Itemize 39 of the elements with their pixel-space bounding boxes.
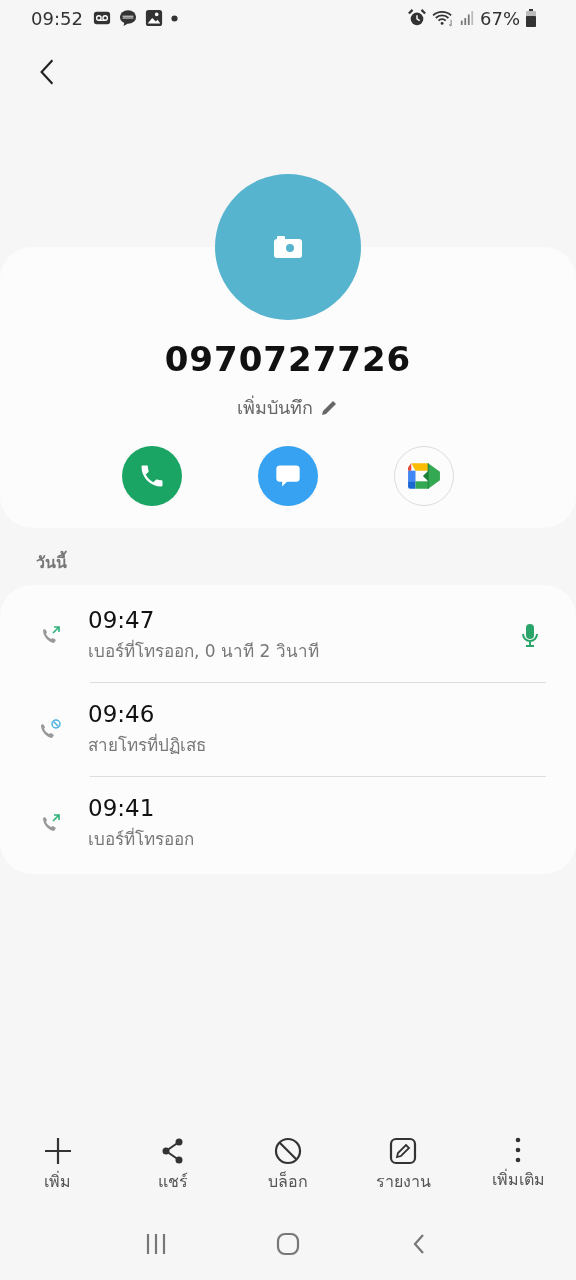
call-time: 09:46 [88,701,156,727]
call-log-item[interactable]: 09:47 เบอร์ที่โทรออก, 0 นาที 2 วินาที [0,589,576,682]
call-button[interactable] [122,446,182,506]
toolbar-button[interactable]: เพิ่ม [7,1137,108,1194]
voicemail-icon [92,9,111,27]
phone-number: 0970727726 [164,339,412,379]
recent-apps-icon[interactable] [144,1232,168,1256]
call-time: 09:47 [88,607,156,633]
add-note-link[interactable]: เพิ่มบันทึก [237,393,313,422]
more-icon [515,1137,522,1163]
call-detail: สายโทรที่ปฏิเสธ [88,732,207,757]
call-log-item[interactable]: 09:41 เบอร์ที่โทรออก [0,777,576,870]
image-icon [144,9,163,27]
signal-icon [460,9,474,27]
toolbar-button[interactable]: รายงาน [353,1137,454,1194]
call-time: 09:41 [88,795,156,821]
call-detail: เบอร์ที่โทรออก [88,826,195,851]
alarm-icon [408,9,426,27]
edit-box-icon [389,1137,418,1165]
video-camera-icon [407,462,441,490]
battery-icon [526,9,536,27]
message-button[interactable] [258,446,318,506]
battery-percentage: 67% [480,7,520,29]
toolbar-button[interactable]: บล็อก [237,1137,338,1194]
block-icon [273,1137,302,1165]
wifi-icon [432,9,454,27]
chat-bubble-icon [118,9,137,27]
plus-icon [43,1137,72,1165]
toolbar-button[interactable]: แชร์ [122,1137,223,1194]
camera-icon[interactable] [274,236,302,258]
home-icon[interactable] [276,1232,300,1256]
back-icon[interactable] [38,58,56,86]
call-detail: เบอร์ที่โทรออก, 0 นาที 2 วินาที [88,638,320,663]
dot-icon [170,14,178,22]
clock-time: 09:52 [31,7,83,29]
toolbar-button[interactable]: เพิ่มเติม [468,1137,569,1194]
microphone-icon[interactable] [520,622,540,649]
section-heading: วันนี้ [0,528,576,585]
call-log-item[interactable]: 09:46 สายโทรที่ปฏิเสธ [0,683,576,776]
